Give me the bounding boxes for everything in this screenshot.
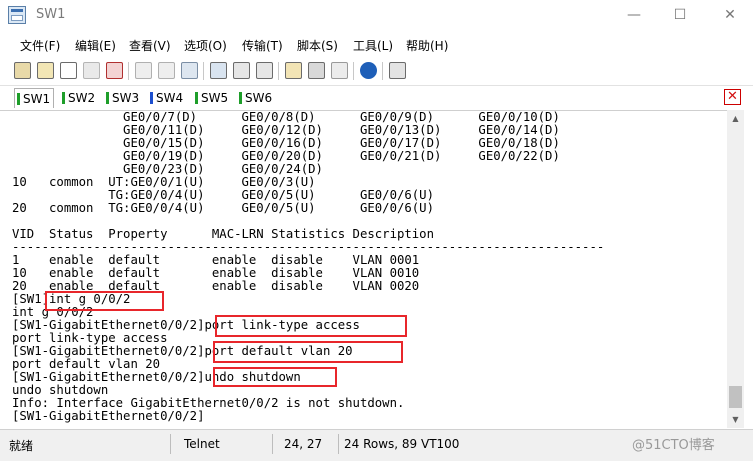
toolbar-separator: [382, 62, 383, 80]
menu-bar: 文件(F) 编辑(E) 查看(V) 选项(O) 传输(T) 脚本(S) 工具(L…: [0, 31, 753, 58]
toolbar-separator: [128, 62, 129, 80]
app-icon: [8, 6, 26, 24]
toolbar-separator: [278, 62, 279, 80]
session-tab-bar: SW1 SW2 SW3 SW4 SW5 SW6: [0, 85, 753, 110]
menu-edit[interactable]: 编辑(E): [75, 37, 116, 54]
status-divider: [338, 434, 339, 454]
toolbar-separator: [203, 62, 204, 80]
highlight-box: [45, 291, 164, 311]
paste-icon[interactable]: [158, 62, 175, 79]
toolbar: [0, 58, 753, 85]
tab-label: SW3: [112, 91, 140, 105]
terminal-line: [SW1-GigabitEthernet0/0/2]: [12, 409, 205, 423]
menu-view[interactable]: 查看(V): [129, 37, 171, 54]
print-setup-icon[interactable]: [233, 62, 250, 79]
status-divider: [170, 434, 171, 454]
minimize-button[interactable]: —: [611, 0, 657, 31]
menu-transfer[interactable]: 传输(T): [242, 37, 283, 54]
disconnect-icon[interactable]: [106, 62, 123, 79]
tab-status-mark: [195, 92, 198, 104]
menu-file[interactable]: 文件(F): [20, 37, 60, 54]
vertical-scrollbar[interactable]: ▲ ▼: [727, 110, 744, 428]
status-cursor-position: 24, 27: [284, 437, 323, 451]
tab-sw5[interactable]: SW5: [193, 88, 233, 108]
print-icon[interactable]: [210, 62, 227, 79]
terminal-output[interactable]: GE0/0/7(D) GE0/0/8(D) GE0/0/9(D) GE0/0/1…: [0, 110, 727, 429]
tab-status-mark: [150, 92, 153, 104]
status-rows: 24 Rows, 89: [344, 437, 418, 451]
tab-status-mark: [106, 92, 109, 104]
menu-help[interactable]: 帮助(H): [406, 37, 448, 54]
tab-label: SW2: [68, 91, 96, 105]
tab-sw4[interactable]: SW4: [148, 88, 188, 108]
highlight-box: [215, 315, 407, 337]
scroll-up-icon[interactable]: ▲: [727, 110, 744, 127]
session-options-icon[interactable]: [285, 62, 302, 79]
tab-status-mark: [62, 92, 65, 104]
menu-script[interactable]: 脚本(S): [297, 37, 338, 54]
connect-icon[interactable]: [14, 62, 31, 79]
status-emulation: VT100: [421, 437, 460, 451]
highlight-box: [213, 367, 337, 387]
window-title: SW1: [36, 7, 66, 22]
quick-connect-icon[interactable]: [37, 62, 54, 79]
connect-tab-icon[interactable]: [60, 62, 77, 79]
tab-sw6[interactable]: SW6: [237, 88, 277, 108]
script-icon[interactable]: [389, 62, 406, 79]
tab-sw3[interactable]: SW3: [104, 88, 144, 108]
menu-tools[interactable]: 工具(L): [353, 37, 393, 54]
status-ready: 就绪: [9, 439, 34, 453]
tab-status-mark: [17, 93, 20, 105]
title-bar: SW1 — ☐ ✕: [0, 0, 753, 31]
tab-label: SW5: [201, 91, 229, 105]
watermark: @51CTO博客: [632, 438, 715, 453]
toolbar-separator: [353, 62, 354, 80]
close-button[interactable]: ✕: [707, 0, 753, 31]
print-screen-icon[interactable]: [256, 62, 273, 79]
tab-label: SW1: [23, 92, 51, 106]
tab-sw1[interactable]: SW1: [14, 88, 54, 108]
scroll-down-icon[interactable]: ▼: [727, 411, 744, 428]
copy-icon[interactable]: [135, 62, 152, 79]
reconnect-icon[interactable]: [83, 62, 100, 79]
tab-status-mark: [239, 92, 242, 104]
status-protocol: Telnet: [184, 437, 220, 451]
menu-options[interactable]: 选项(O): [184, 37, 227, 54]
status-divider: [272, 434, 273, 454]
maximize-button[interactable]: ☐: [657, 0, 703, 31]
terminal-line: 20 common TG:GE0/0/4(U) GE0/0/5(U) GE0/0…: [12, 201, 434, 215]
tab-sw2[interactable]: SW2: [60, 88, 100, 108]
keymap-icon[interactable]: [331, 62, 348, 79]
find-icon[interactable]: [181, 62, 198, 79]
global-options-icon[interactable]: [308, 62, 325, 79]
help-icon[interactable]: [360, 62, 377, 79]
tab-label: SW6: [245, 91, 273, 105]
highlight-box: [213, 341, 403, 363]
scroll-thumb[interactable]: [729, 386, 742, 408]
close-tab-icon[interactable]: ✕: [724, 89, 741, 105]
tab-label: SW4: [156, 91, 184, 105]
